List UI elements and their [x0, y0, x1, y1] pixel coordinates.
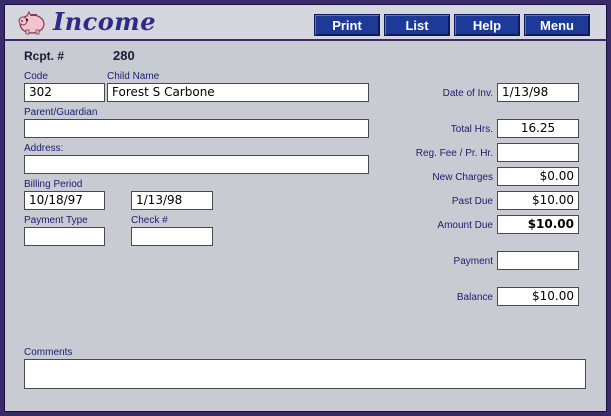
payment-type-label: Payment Type	[24, 215, 88, 226]
print-button[interactable]: Print	[314, 14, 380, 36]
check-label: Check #	[131, 215, 168, 226]
total-hrs-field[interactable]: 16.25	[497, 119, 579, 138]
code-label: Code	[24, 71, 48, 82]
balance-field[interactable]: $10.00	[497, 287, 579, 306]
amount-due-label: Amount Due	[437, 220, 493, 231]
past-due-field[interactable]: $10.00	[497, 191, 579, 210]
child-name-field[interactable]: Forest S Carbone	[107, 83, 369, 102]
date-of-inv-field[interactable]: 1/13/98	[497, 83, 579, 102]
address-field[interactable]	[24, 155, 369, 174]
child-name-label: Child Name	[107, 71, 160, 82]
receipt-number: 280	[113, 48, 135, 63]
reg-fee-label: Reg. Fee / Pr. Hr.	[415, 148, 493, 159]
billing-end-field[interactable]: 1/13/98	[131, 191, 213, 210]
piggy-bank-icon	[18, 10, 45, 35]
list-button[interactable]: List	[384, 14, 450, 36]
parent-field[interactable]	[24, 119, 369, 138]
payment-field[interactable]	[497, 251, 579, 270]
date-of-inv-label: Date of Inv.	[442, 88, 493, 99]
past-due-label: Past Due	[451, 196, 493, 207]
address-label: Address:	[24, 143, 64, 154]
receipt-label: Rcpt. #	[24, 49, 65, 63]
page-title: Income	[53, 7, 156, 36]
payment-type-field[interactable]	[24, 227, 105, 246]
balance-label: Balance	[456, 292, 493, 303]
billing-period-label: Billing Period	[24, 179, 83, 190]
help-button[interactable]: Help	[454, 14, 520, 36]
code-field[interactable]: 302	[24, 83, 105, 102]
header-bar: Income Print List Help Menu	[5, 5, 606, 41]
new-charges-label: New Charges	[432, 172, 493, 183]
comments-field[interactable]	[24, 359, 586, 389]
new-charges-field[interactable]: $0.00	[497, 167, 579, 186]
total-hrs-label: Total Hrs.	[450, 124, 493, 135]
check-field[interactable]	[131, 227, 213, 246]
amount-due-field[interactable]: $10.00	[497, 215, 579, 234]
menu-button[interactable]: Menu	[524, 14, 590, 36]
parent-label: Parent/Guardian	[24, 107, 98, 118]
comments-label: Comments	[24, 347, 73, 358]
payment-label: Payment	[453, 256, 493, 267]
reg-fee-field[interactable]	[497, 143, 579, 162]
billing-start-field[interactable]: 10/18/97	[24, 191, 105, 210]
income-window: Income Print List Help Menu Rcpt. # 280 …	[4, 4, 607, 412]
